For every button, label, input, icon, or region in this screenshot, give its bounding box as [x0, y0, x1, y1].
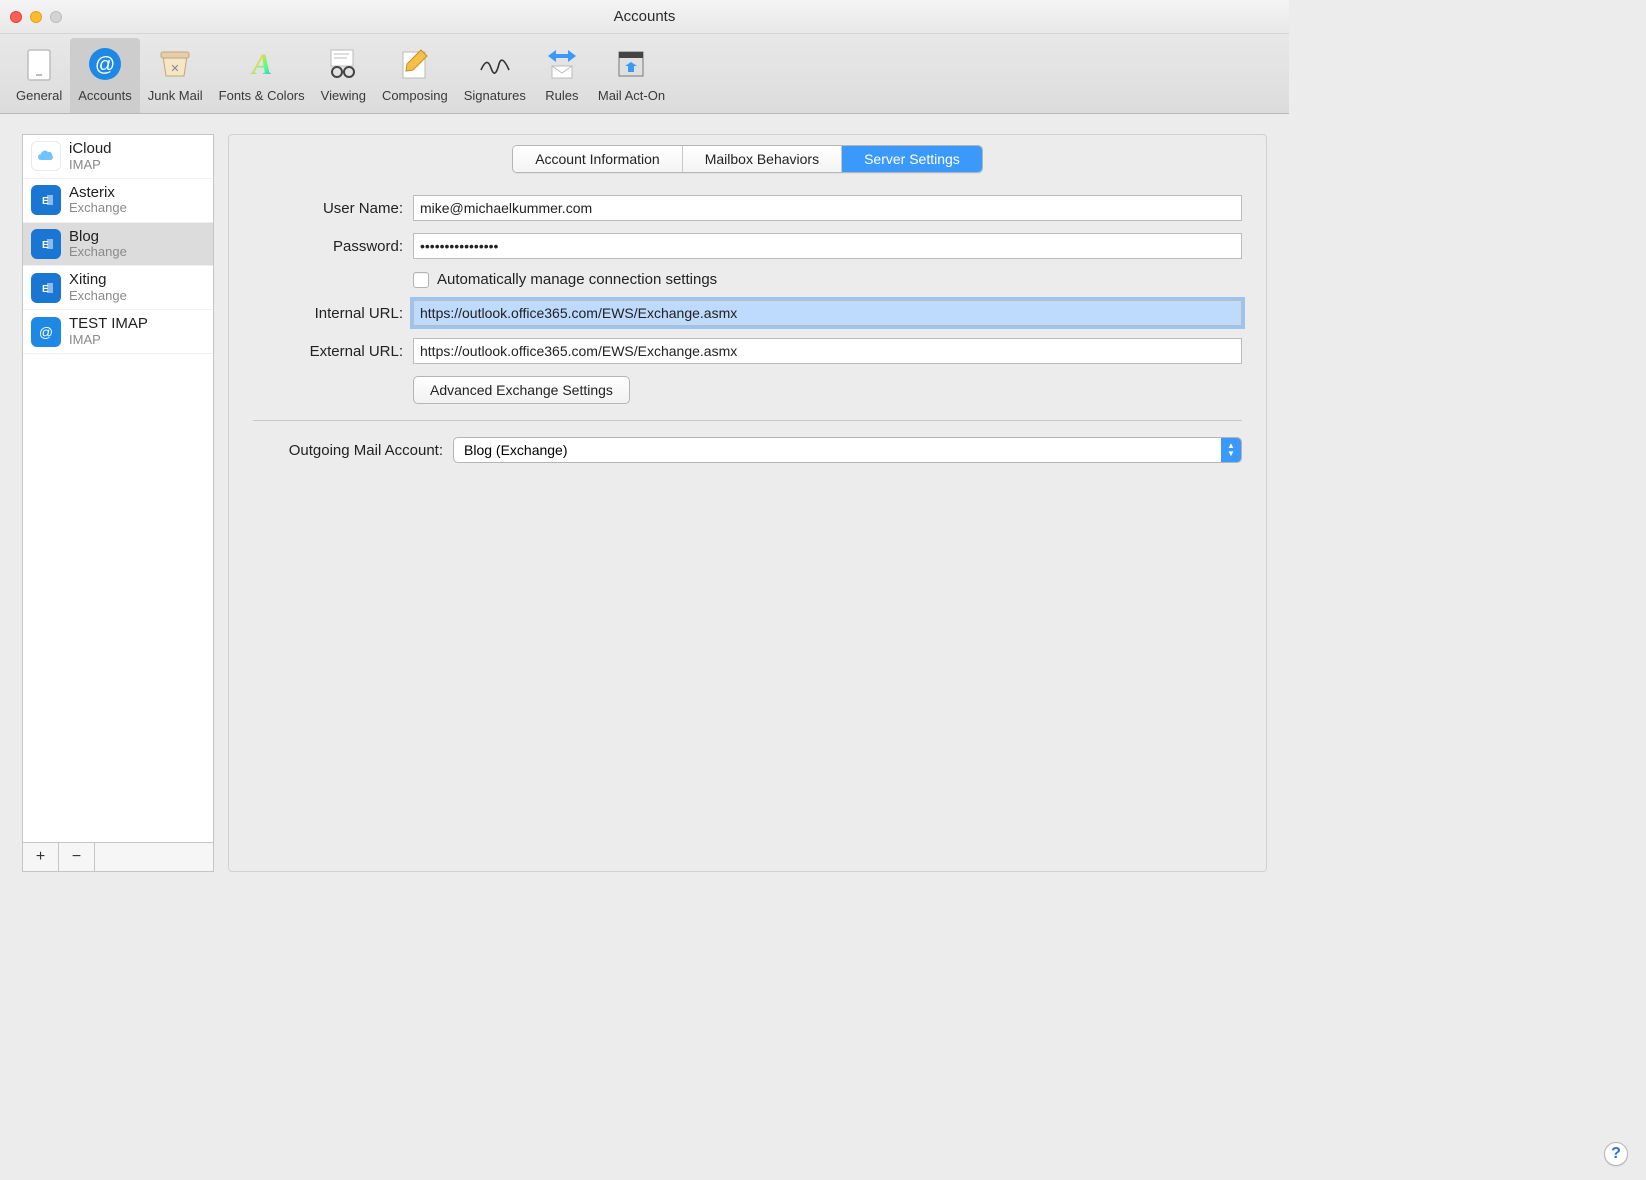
exchange-icon: E: [31, 185, 61, 215]
account-protocol: Exchange: [69, 201, 127, 215]
general-icon: [19, 44, 59, 84]
settings-panel: Account Information Mailbox Behaviors Se…: [228, 134, 1267, 872]
account-item-asterix[interactable]: E Asterix Exchange: [23, 179, 213, 223]
titlebar: Accounts: [0, 0, 1289, 34]
exchange-icon: E: [31, 273, 61, 303]
toolbar-tab-label: Junk Mail: [148, 88, 203, 103]
toolbar-tab-composing[interactable]: Composing: [374, 38, 456, 113]
external-url-label: External URL:: [253, 343, 413, 360]
toolbar-tab-label: Composing: [382, 88, 448, 103]
advanced-exchange-settings-button[interactable]: Advanced Exchange Settings: [413, 376, 630, 404]
remove-account-button[interactable]: −: [59, 843, 95, 871]
settings-tabs: Account Information Mailbox Behaviors Se…: [229, 145, 1266, 173]
window-title: Accounts: [0, 8, 1289, 25]
account-protocol: Exchange: [69, 289, 127, 303]
tab-account-information[interactable]: Account Information: [513, 146, 683, 172]
divider: [253, 420, 1242, 421]
account-name: TEST IMAP: [69, 316, 148, 333]
svg-text:✕: ✕: [171, 63, 180, 75]
composing-icon: [395, 44, 435, 84]
svg-text:@: @: [39, 324, 53, 340]
mail-act-on-icon: [611, 44, 651, 84]
toolbar-tab-general[interactable]: General: [8, 38, 70, 113]
account-name: Blog: [69, 229, 127, 246]
account-item-icloud[interactable]: iCloud IMAP: [23, 135, 213, 179]
internal-url-input[interactable]: [413, 300, 1242, 326]
username-label: User Name:: [253, 200, 413, 217]
at-icon: @: [31, 317, 61, 347]
toolbar-tab-fonts-colors[interactable]: A Fonts & Colors: [211, 38, 313, 113]
server-settings-form: User Name: Password: Automatically manag…: [229, 195, 1266, 463]
toolbar-tab-accounts[interactable]: @ Accounts: [70, 38, 139, 113]
signatures-icon: [475, 44, 515, 84]
external-url-input[interactable]: [413, 338, 1242, 364]
tab-mailbox-behaviors[interactable]: Mailbox Behaviors: [683, 146, 842, 172]
toolbar-tab-mail-act-on[interactable]: Mail Act-On: [590, 38, 673, 113]
toolbar-tab-junk-mail[interactable]: ✕ Junk Mail: [140, 38, 211, 113]
account-item-test-imap[interactable]: @ TEST IMAP IMAP: [23, 310, 213, 354]
viewing-icon: [323, 44, 363, 84]
toolbar-tab-label: Fonts & Colors: [219, 88, 305, 103]
fonts-colors-icon: A: [242, 44, 282, 84]
account-name: Xiting: [69, 272, 127, 289]
help-button[interactable]: ?: [1604, 1142, 1628, 1166]
account-protocol: IMAP: [69, 333, 148, 347]
svg-text:@: @: [95, 54, 115, 76]
segmented-control: Account Information Mailbox Behaviors Se…: [512, 145, 983, 173]
internal-url-label: Internal URL:: [253, 305, 413, 322]
chevron-updown-icon: ▲▼: [1221, 438, 1241, 462]
toolbar-tab-label: Accounts: [78, 88, 131, 103]
sidebar-footer: + −: [23, 842, 213, 871]
toolbar-tab-label: Rules: [545, 88, 578, 103]
outgoing-account-label: Outgoing Mail Account:: [253, 442, 453, 459]
toolbar-tab-rules[interactable]: Rules: [534, 38, 590, 113]
rules-icon: [542, 44, 582, 84]
toolbar-tab-label: Viewing: [321, 88, 366, 103]
icloud-icon: [31, 141, 61, 171]
toolbar-tab-signatures[interactable]: Signatures: [456, 38, 534, 113]
password-label: Password:: [253, 238, 413, 255]
account-protocol: Exchange: [69, 245, 127, 259]
username-input[interactable]: [413, 195, 1242, 221]
toolbar-tab-label: Signatures: [464, 88, 526, 103]
svg-text:A: A: [250, 48, 272, 81]
toolbar-tab-label: Mail Act-On: [598, 88, 665, 103]
toolbar-tab-label: General: [16, 88, 62, 103]
account-item-xiting[interactable]: E Xiting Exchange: [23, 266, 213, 310]
account-item-blog[interactable]: E Blog Exchange: [23, 223, 213, 267]
toolbar-tab-viewing[interactable]: Viewing: [313, 38, 374, 113]
main-content: iCloud IMAP E Asterix Exchange E Blog: [0, 114, 1289, 924]
password-input[interactable]: [413, 233, 1242, 259]
accounts-list: iCloud IMAP E Asterix Exchange E Blog: [23, 135, 213, 842]
account-protocol: IMAP: [69, 158, 112, 172]
add-account-button[interactable]: +: [23, 843, 59, 871]
auto-manage-label: Automatically manage connection settings: [437, 271, 717, 288]
preferences-toolbar: General @ Accounts ✕ Junk Mail A Fonts &…: [0, 34, 1289, 114]
auto-manage-checkbox[interactable]: [413, 272, 429, 288]
outgoing-account-select[interactable]: Blog (Exchange) ▲▼: [453, 437, 1242, 463]
tab-server-settings[interactable]: Server Settings: [842, 146, 982, 172]
account-name: Asterix: [69, 185, 127, 202]
accounts-icon: @: [85, 44, 125, 84]
exchange-icon: E: [31, 229, 61, 259]
junk-mail-icon: ✕: [155, 44, 195, 84]
outgoing-account-value: Blog (Exchange): [454, 442, 1221, 458]
accounts-sidebar: iCloud IMAP E Asterix Exchange E Blog: [22, 134, 214, 872]
account-name: iCloud: [69, 141, 112, 158]
sidebar-footer-spacer: [95, 843, 213, 871]
